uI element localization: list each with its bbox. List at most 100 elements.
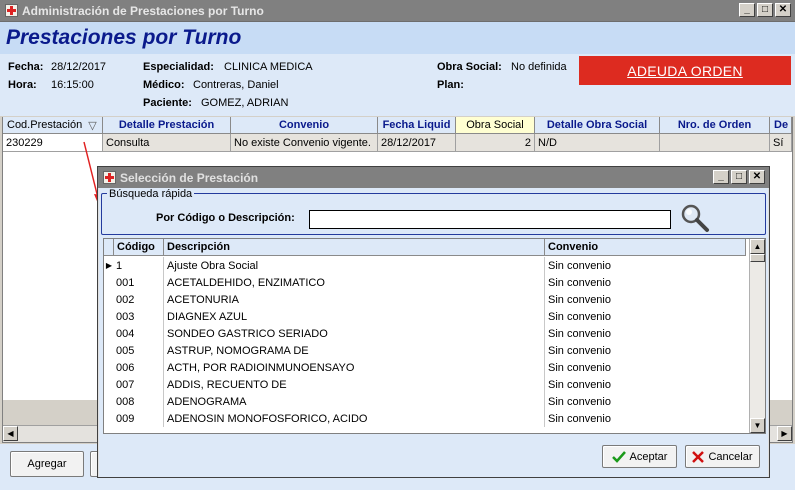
fecha-label: Fecha:	[8, 61, 44, 73]
agregar-label: Agregar	[27, 458, 67, 470]
cancelar-label: Cancelar	[708, 450, 753, 463]
list-item[interactable]: 009 ADENOSIN MONOFOSFORICO, ACIDO Sin conv…	[104, 410, 746, 427]
cell-descripcion: ADENOGRAMA	[164, 393, 545, 410]
cell-codigo: 004	[114, 325, 164, 342]
scroll-left-icon[interactable]: ◀	[3, 426, 18, 441]
cell-convenio[interactable]: No existe Convenio vigente.	[231, 134, 378, 152]
row-indicator	[104, 291, 114, 308]
agregar-button[interactable]: Agregar	[10, 451, 84, 477]
main-window-titlebar[interactable]: Administración de Prestaciones por Turno…	[0, 0, 795, 22]
list-item[interactable]: 007 ADDIS, RECUENTO DE Sin convenio	[104, 376, 746, 393]
row-indicator	[104, 325, 114, 342]
list-item[interactable]: 003 DIAGNEX AZUL Sin convenio	[104, 308, 746, 325]
scroll-thumb[interactable]	[750, 254, 765, 262]
col-header-convenio[interactable]: Convenio	[231, 117, 378, 134]
hora-label: Hora:	[8, 79, 37, 91]
window-title: Administración de Prestaciones por Turno	[22, 3, 264, 18]
x-icon	[692, 450, 705, 463]
col-header-cod-prestacion[interactable]: Cod.Prestación ▽	[3, 117, 103, 134]
medico-label: Médico:	[143, 79, 185, 91]
cell-detalle-obra-social[interactable]: N/D	[535, 134, 660, 152]
cell-codigo: 008	[114, 393, 164, 410]
list-item[interactable]: ▶ 1 Ajuste Obra Social Sin convenio	[104, 257, 746, 274]
scroll-up-icon[interactable]: ▲	[750, 239, 765, 254]
cell-convenio: Sin convenio	[548, 412, 611, 425]
busqueda-rapida-legend: Búsqueda rápida	[107, 188, 195, 200]
dialog-app-icon	[102, 171, 116, 185]
vertical-scrollbar[interactable]: ▲ ▼	[749, 239, 765, 433]
cell-descripcion: ACETONURIA	[164, 291, 545, 308]
cell-convenio: Sin convenio	[548, 276, 611, 289]
list-item[interactable]: 004 SONDEO GASTRICO SERIADO Sin convenio	[104, 325, 746, 342]
filter-icon[interactable]: ▽	[88, 119, 96, 132]
obra-social-label: Obra Social:	[437, 61, 502, 73]
row-indicator	[104, 342, 114, 359]
col-header-codigo[interactable]: Código	[114, 239, 164, 256]
col-header-de[interactable]: De	[770, 117, 792, 134]
col-header-convenio-dialog[interactable]: Convenio	[545, 239, 746, 256]
cell-convenio: Sin convenio	[548, 327, 611, 340]
list-item[interactable]: 005 ASTRUP, NOMOGRAMA DE Sin convenio	[104, 342, 746, 359]
page-title: Prestaciones por Turno	[6, 26, 242, 49]
cell-descripcion: ASTRUP, NOMOGRAMA DE	[164, 342, 545, 359]
col-header-detalle-obra-social[interactable]: Detalle Obra Social	[535, 117, 660, 134]
list-item[interactable]: 002 ACETONURIA Sin convenio	[104, 291, 746, 308]
cell-convenio: Sin convenio	[548, 344, 611, 357]
row-indicator	[104, 410, 114, 427]
aceptar-button[interactable]: Aceptar	[602, 445, 677, 468]
hora-value: 16:15:00	[51, 79, 94, 91]
cell-descripcion: DIAGNEX AZUL	[164, 308, 545, 325]
cell-codigo: 1	[114, 257, 164, 274]
dialog-close-button[interactable]: ✕	[749, 170, 765, 184]
especialidad-value: CLINICA MEDICA	[224, 61, 313, 73]
app-icon	[4, 4, 18, 18]
row-indicator	[104, 359, 114, 376]
cell-obra-social[interactable]: 2	[456, 134, 535, 152]
paciente-value: GOMEZ, ADRIAN	[201, 97, 289, 109]
cell-detalle-prestacion[interactable]: Consulta	[103, 134, 231, 152]
cancelar-button[interactable]: Cancelar	[685, 445, 760, 468]
adeuda-orden-link[interactable]: ADEUDA ORDEN	[579, 56, 791, 85]
magnifier-icon[interactable]	[680, 203, 710, 233]
dialog-maximize-button[interactable]: □	[731, 170, 747, 184]
col-header-obra-social[interactable]: Obra Social	[456, 117, 535, 134]
cell-convenio: Sin convenio	[548, 361, 611, 374]
cell-codigo: 005	[114, 342, 164, 359]
cell-convenio: Sin convenio	[548, 259, 611, 272]
cell-descripcion: ADENOSIN MONOFOSFORICO, ACIDO	[164, 410, 545, 427]
cell-descripcion: ACTH, POR RADIOINMUNOENSAYO	[164, 359, 545, 376]
list-item[interactable]: 001 ACETALDEHIDO, ENZIMATICO Sin convenio	[104, 274, 746, 291]
adeuda-orden-label: ADEUDA ORDEN	[627, 62, 743, 79]
dialog-minimize-button[interactable]: _	[713, 170, 729, 184]
col-header-fecha-liquid[interactable]: Fecha Liquid	[378, 117, 456, 134]
cell-codigo: 002	[114, 291, 164, 308]
cell-fecha-liquid[interactable]: 28/12/2017	[378, 134, 456, 152]
especialidad-label: Especialidad:	[143, 61, 214, 73]
list-item[interactable]: 008 ADENOGRAMA Sin convenio	[104, 393, 746, 410]
col-header-detalle-prestacion[interactable]: Detalle Prestación	[103, 117, 231, 134]
medico-value: Contreras, Daniel	[193, 79, 279, 91]
col-header-label: Cod.Prestación	[7, 119, 83, 131]
col-header-descripcion[interactable]: Descripción	[164, 239, 545, 256]
row-indicator	[104, 393, 114, 410]
list-item[interactable]: 006 ACTH, POR RADIOINMUNOENSAYO Sin conven…	[104, 359, 746, 376]
close-button[interactable]: ✕	[775, 3, 791, 17]
minimize-button[interactable]: _	[739, 3, 755, 17]
cell-descripcion: ACETALDEHIDO, ENZIMATICO	[164, 274, 545, 291]
cell-codigo: 006	[114, 359, 164, 376]
search-input[interactable]	[309, 210, 671, 229]
row-indicator-header	[104, 239, 114, 256]
maximize-button[interactable]: □	[757, 3, 773, 17]
cell-descripcion: SONDEO GASTRICO SERIADO	[164, 325, 545, 342]
dialog-titlebar[interactable]: Selección de Prestación _ □ ✕	[98, 167, 769, 188]
cell-de[interactable]: Sí	[770, 134, 792, 152]
scroll-right-icon[interactable]: ▶	[777, 426, 792, 441]
check-icon	[611, 450, 626, 463]
paciente-label: Paciente:	[143, 97, 192, 109]
col-header-nro-orden[interactable]: Nro. de Orden	[660, 117, 770, 134]
fecha-value: 28/12/2017	[51, 61, 107, 73]
cell-codigo: 009	[114, 410, 164, 427]
cell-nro-orden[interactable]	[660, 134, 770, 152]
scroll-down-icon[interactable]: ▼	[750, 418, 765, 433]
cell-codigo: 003	[114, 308, 164, 325]
